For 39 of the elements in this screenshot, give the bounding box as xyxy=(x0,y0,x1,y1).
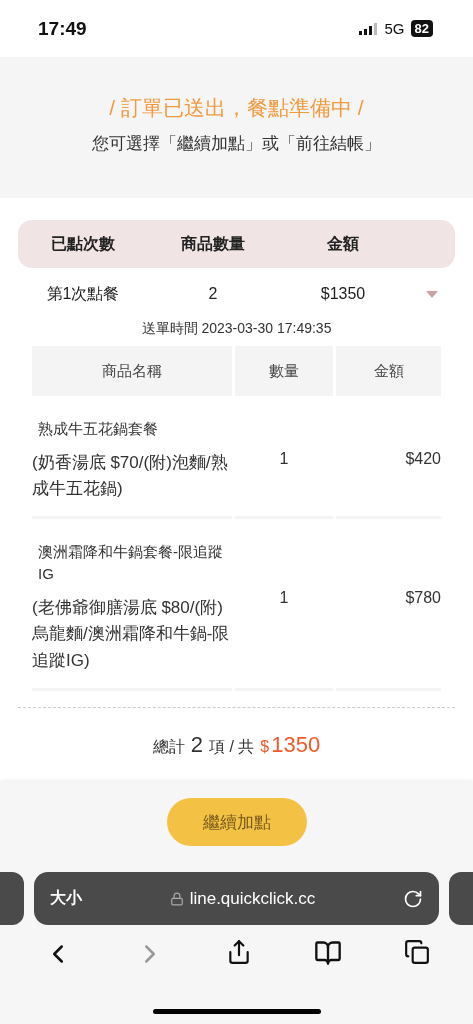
next-tab[interactable] xyxy=(449,872,473,925)
order-amount: $1350 xyxy=(320,285,366,303)
battery-level: 82 xyxy=(410,20,433,37)
order-status-subtitle: 您可選擇「繼續加點」或「前往結帳」 xyxy=(92,133,381,155)
network-label: 5G xyxy=(384,20,405,37)
order-round: 第1次點餐 xyxy=(46,283,120,304)
item-quantity: 1 xyxy=(279,450,289,468)
column-header: 金額 xyxy=(327,233,359,254)
signal-icon xyxy=(358,22,379,35)
currency-symbol: $ xyxy=(260,737,270,756)
column-header: 商品數量 xyxy=(181,233,245,254)
previous-tab[interactable] xyxy=(0,872,24,925)
column-header: 已點次數 xyxy=(51,233,115,254)
item-amount: $780 xyxy=(405,589,441,608)
total-count: 2 xyxy=(190,731,203,758)
total-label: 項 / 共 xyxy=(209,736,255,757)
add-order-button[interactable]: 繼續加點 xyxy=(166,798,307,846)
item-detail: (老佛爺御膳湯底 $80/(附)烏龍麵/澳洲霜降和牛鍋-限追蹤IG) xyxy=(32,596,231,672)
item-detail: (奶香湯底 $70/(附)泡麵/熟成牛五花鍋) xyxy=(32,451,229,501)
item-amount: $420 xyxy=(405,450,441,468)
total-amount: 1350 xyxy=(271,731,321,758)
item-name: 熟成牛五花鍋套餐 xyxy=(37,419,159,439)
column-header: 商品名稱 xyxy=(32,346,232,396)
total-label: 總計 xyxy=(152,736,185,757)
order-status-title: / 訂單已送出，餐點準備中 / xyxy=(109,95,364,121)
reload-icon[interactable] xyxy=(403,888,423,909)
column-header: 數量 xyxy=(235,346,333,396)
bookmarks-icon[interactable] xyxy=(314,939,343,967)
item-name: 澳洲霜降和牛鍋套餐-限追蹤IG xyxy=(37,542,224,585)
tabs-icon[interactable] xyxy=(404,939,431,965)
lock-icon xyxy=(169,891,184,906)
status-time: 17:49 xyxy=(38,17,87,40)
url-text: line.quickclick.cc xyxy=(189,888,316,909)
order-count: 2 xyxy=(208,285,218,303)
column-header: 金額 xyxy=(336,346,441,396)
address-bar[interactable]: 大小 line.quickclick.cc xyxy=(34,872,439,925)
item-quantity: 1 xyxy=(279,589,289,608)
text-size-button[interactable]: 大小 xyxy=(50,888,82,909)
sent-time: 送單時間 2023-03-30 17:49:35 xyxy=(140,320,333,338)
